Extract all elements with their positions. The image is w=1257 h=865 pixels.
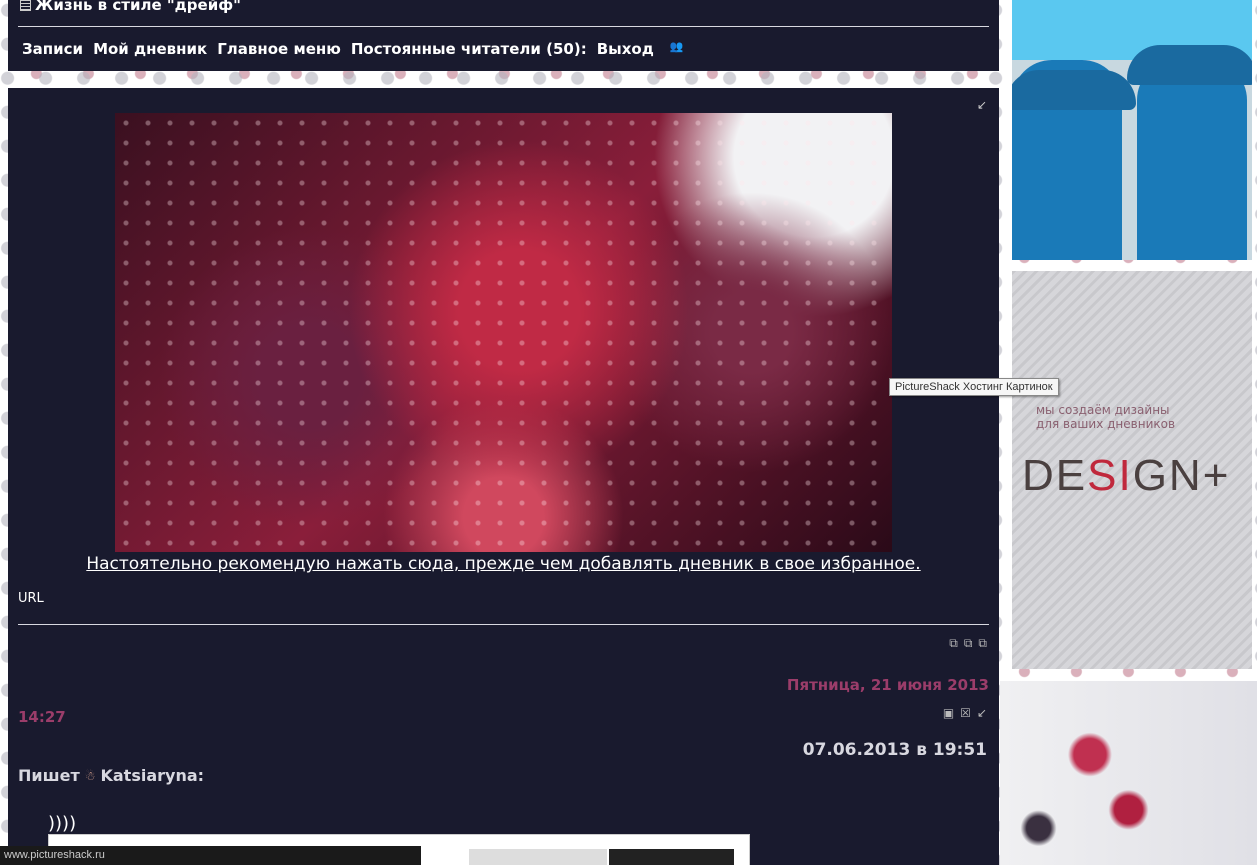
design-logo-b: SI xyxy=(1087,451,1133,500)
post-date: Пятница, 21 июня 2013 xyxy=(786,676,989,694)
design-logo-a: DE xyxy=(1022,451,1088,500)
diary-header: Жизнь в стиле "дрейф" Записи Мой дневник… xyxy=(8,0,999,71)
edit-icon[interactable]: ↙ xyxy=(977,706,987,720)
people-icon[interactable]: 👥 xyxy=(670,40,684,58)
quote-text: )))) xyxy=(48,813,77,834)
user-icon: ☃ xyxy=(84,768,96,783)
edit-all-icon[interactable]: ⧉ xyxy=(978,636,987,651)
delete-all-icon[interactable]: ⧉ xyxy=(964,636,973,651)
quote-date: 07.06.2013 в 19:51 xyxy=(802,740,987,760)
nav-logout[interactable]: Выход xyxy=(597,40,654,58)
hat-icon xyxy=(1012,70,1136,110)
diary-title[interactable]: Жизнь в стиле "дрейф" xyxy=(20,0,241,14)
add-icon[interactable]: ▣ xyxy=(943,706,954,720)
design-tagline-2: для ваших дневников xyxy=(1036,417,1176,431)
post-actions-top: ⧉ ⧉ ⧉ xyxy=(949,636,987,651)
diary-title-text[interactable]: Жизнь в стиле "дрейф" xyxy=(35,0,241,14)
recommend-link[interactable]: Настоятельно рекомендую нажать сюда, пре… xyxy=(8,554,999,574)
edit-icon[interactable]: ↙ xyxy=(977,98,987,112)
author-line: Пишет ☃ Katsiaryna: xyxy=(18,766,204,785)
nav-main-menu[interactable]: Главное меню xyxy=(217,40,341,58)
post-divider xyxy=(18,624,989,625)
close-icon[interactable]: ☒ xyxy=(960,706,971,720)
post-panel: ↙ Настоятельно рекомендую нажать сюда, п… xyxy=(8,88,999,865)
spy-figure xyxy=(1137,60,1247,260)
nav-entries[interactable]: Записи xyxy=(22,40,83,58)
spies-banner[interactable] xyxy=(1012,0,1252,260)
speech-bubble xyxy=(1082,0,1252,50)
top-nav: Записи Мой дневник Главное меню Постоянн… xyxy=(22,40,684,58)
hat-icon xyxy=(1127,45,1252,85)
design-tagline: мы создаём дизайны для ваших дневников xyxy=(1036,403,1175,431)
author-prefix: Пишет xyxy=(18,766,80,785)
tooltip: PictureShack Хостинг Картинок xyxy=(889,378,1059,396)
copy-icon[interactable]: ⧉ xyxy=(949,636,958,651)
author-name[interactable]: Katsiaryna: xyxy=(100,766,204,785)
browser-status-bar: www.pictureshack.ru xyxy=(0,846,421,865)
design-banner[interactable]: мы создаём дизайны для ваших дневников D… xyxy=(1012,271,1252,669)
post-actions: ▣ ☒ ↙ xyxy=(943,706,987,720)
frozen-raspberries-image[interactable] xyxy=(115,113,892,552)
quoted-image-1[interactable] xyxy=(469,849,607,865)
nav-readers[interactable]: Постоянные читатели (50): xyxy=(351,40,587,58)
design-logo-c: GN xyxy=(1132,451,1203,500)
design-logo: DESIGN+ xyxy=(1022,451,1231,500)
nav-my-diary[interactable]: Мой дневник xyxy=(93,40,207,58)
header-divider xyxy=(18,26,989,27)
quoted-image-2[interactable] xyxy=(609,849,734,865)
post-time[interactable]: 14:27 xyxy=(18,708,66,726)
design-tagline-1: мы создаём дизайны xyxy=(1036,403,1170,417)
document-icon xyxy=(20,0,31,11)
url-link[interactable]: URL xyxy=(18,591,44,606)
frozen-berries-banner[interactable] xyxy=(1000,681,1257,865)
